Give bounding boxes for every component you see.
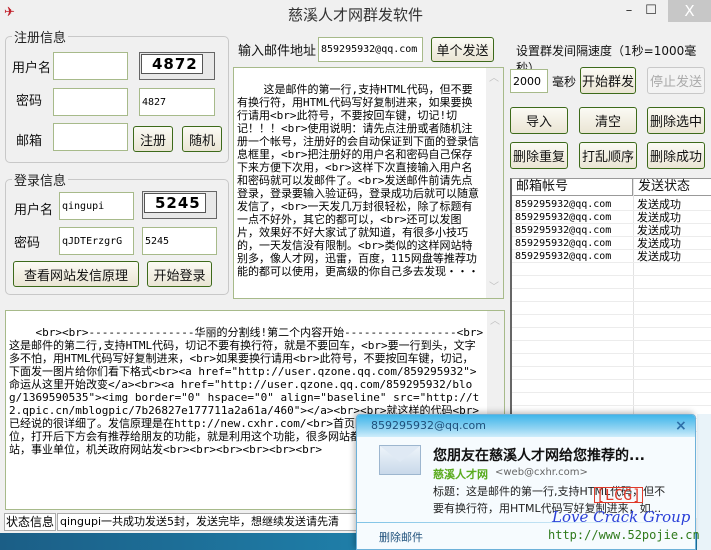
table-row[interactable] [512,302,711,315]
notification-title[interactable]: 您朋友在慈溪人才网给您推荐的... [433,445,645,465]
message-first-scrollbar[interactable]: ︿ ﹀ [486,68,503,298]
login-password-input[interactable]: qJDTErzgrG [59,227,134,255]
login-captcha-input[interactable]: 5245 [142,227,217,255]
table-row[interactable] [512,367,711,380]
table-row[interactable] [512,328,711,341]
notification-recipient: 859295932@qq.com [371,419,486,432]
table-row[interactable]: 859295932@qq.com 发送成功 [512,211,711,224]
email-address-label: 输入邮件地址 [238,44,317,59]
row-email: 859295932@qq.com [515,225,612,236]
single-email-input[interactable]: 859295932@qq.com [318,37,423,62]
login-captcha-image[interactable]: 5245 [142,191,217,219]
shuffle-button[interactable]: 打乱顺序 [579,142,637,169]
register-password-label: 密码 [16,94,43,109]
close-button[interactable]: X [668,0,711,22]
table-row[interactable] [512,289,711,302]
table-row[interactable]: 859295932@qq.com 发送成功 [512,237,711,250]
single-send-button[interactable]: 单个发送 [431,37,494,62]
register-captcha-input[interactable]: 4827 [139,88,215,116]
notification-sender-address: <web@cxhr.com> [495,467,588,478]
title-bar: ✈ 慈溪人才网群发软件 – ☐ X [0,0,711,26]
row-status: 发送成功 [637,237,681,250]
window-title: 慈溪人才网群发软件 [287,6,423,24]
table-row[interactable] [512,263,711,276]
interval-input[interactable]: 2000 [510,69,548,93]
table-row[interactable] [512,315,711,328]
table-row[interactable] [512,393,711,406]
random-button[interactable]: 随机 [182,126,222,152]
column-header-status[interactable]: 发送状态 [634,179,711,196]
table-row[interactable] [512,276,711,289]
table-row[interactable] [512,341,711,354]
notification-sender-name: 慈溪人才网 [433,468,488,481]
watermark-group: Love Crack Group [552,508,691,526]
scroll-down-icon[interactable]: ﹀ [489,281,499,294]
table-row[interactable] [512,380,711,393]
clear-button[interactable]: 清空 [579,107,637,134]
notification-header: 859295932@qq.com × [357,415,695,437]
envelope-icon [379,445,421,475]
delete-selected-button[interactable]: 删除选中 [647,107,705,134]
delete-email-link[interactable]: 删除邮件 [379,529,423,545]
register-legend: 注册信息 [14,31,67,46]
row-status: 发送成功 [637,224,681,237]
notification-close-icon[interactable]: × [675,418,687,434]
interval-unit-label: 毫秒 [552,75,577,89]
register-email-label: 邮箱 [16,134,43,149]
login-username-label: 用户名 [14,203,54,218]
stop-send-button[interactable]: 停止发送 [647,67,705,94]
status-label: 状态信息 [4,513,56,531]
register-captcha-image[interactable]: 4872 [139,52,215,80]
row-email: 859295932@qq.com [515,238,612,249]
import-button[interactable]: 导入 [510,107,568,134]
scroll-up-icon[interactable]: ︿ [489,72,499,85]
watermark-url: http://www.52pojie.cn [548,528,700,542]
table-row[interactable]: 859295932@qq.com 发送成功 [512,224,711,237]
row-status: 发送成功 [637,250,681,263]
row-status: 发送成功 [637,211,681,224]
register-username-label: 用户名 [12,61,52,76]
watermark-tag: [LCG] [594,486,644,504]
start-mass-send-button[interactable]: 开始群发 [580,67,636,94]
register-password-input[interactable] [53,88,128,116]
row-email: 859295932@qq.com [515,199,612,210]
column-header-email[interactable]: 邮箱帐号 [512,179,633,196]
maximize-button[interactable]: ☐ [636,0,666,22]
status-text: qingupi一共成功发送5封，发送完毕，想继续发送请先清 [57,513,357,531]
delete-success-button[interactable]: 删除成功 [647,142,705,169]
login-password-label: 密码 [14,236,41,251]
start-login-button[interactable]: 开始登录 [147,261,212,287]
message-first-textarea[interactable]: 这是邮件的第一行,支持HTML代码，但不要有换行符，用HTML代码写好复制进来，… [233,67,504,299]
view-principle-button[interactable]: 查看网站发信原理 [13,261,139,287]
register-button[interactable]: 注册 [133,126,173,152]
delete-duplicates-button[interactable]: 删除重复 [510,142,568,169]
row-email: 859295932@qq.com [515,251,612,262]
scroll-up-icon[interactable]: ︿ [490,315,500,328]
table-row[interactable] [512,354,711,367]
register-username-input[interactable] [53,52,128,80]
row-status: 发送成功 [637,198,681,211]
table-row[interactable]: 859295932@qq.com 发送成功 [512,198,711,211]
login-username-input[interactable]: qingupi [59,192,134,220]
table-row[interactable]: 859295932@qq.com 发送成功 [512,250,711,263]
register-email-input[interactable] [53,123,128,151]
row-email: 859295932@qq.com [515,212,612,223]
login-legend: 登录信息 [14,174,67,189]
